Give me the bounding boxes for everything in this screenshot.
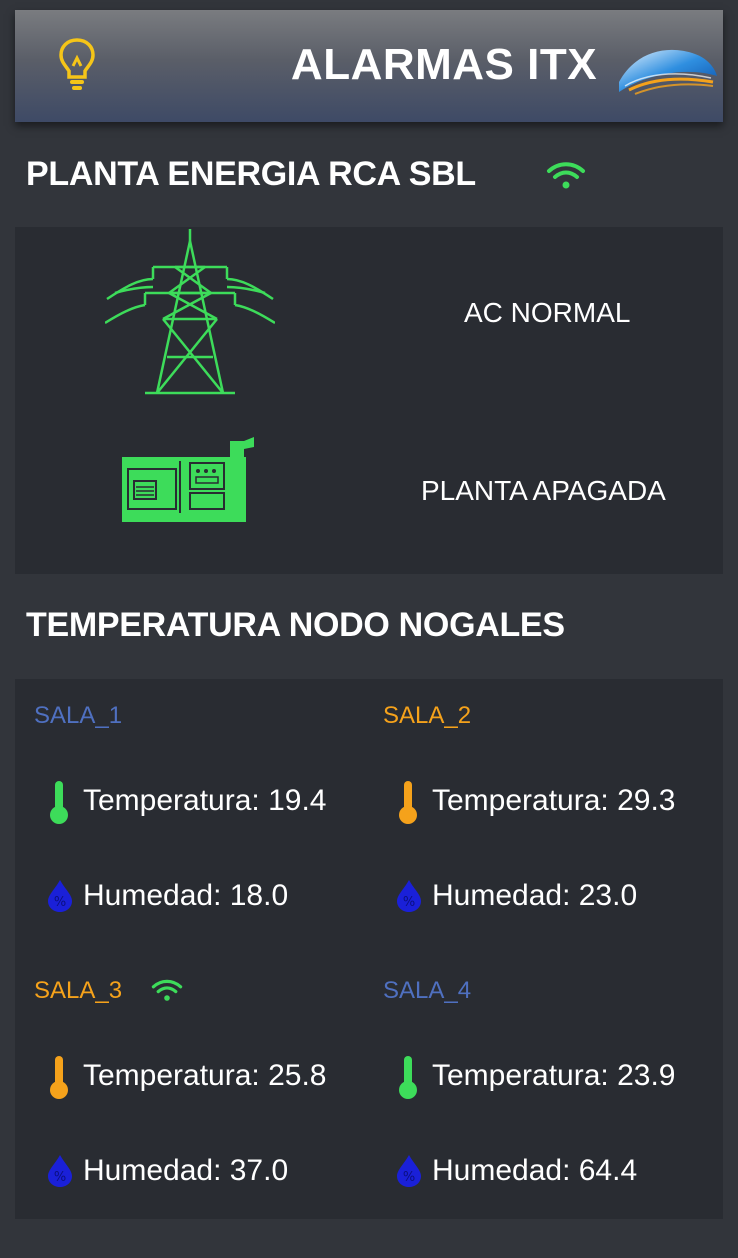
thermometer-icon xyxy=(399,1056,417,1099)
sala-3-humidity: Humedad: 37.0 xyxy=(83,1154,289,1187)
planta-section-title: PLANTA ENERGIA RCA SBL xyxy=(26,155,476,193)
thermometer-icon xyxy=(50,1056,68,1099)
sala-4-temperature: Temperatura: 23.9 xyxy=(432,1059,676,1092)
humidity-drop-icon: % xyxy=(48,880,72,912)
sala-2-humidity: Humedad: 23.0 xyxy=(432,879,638,912)
humidity-drop-icon: % xyxy=(397,1155,421,1187)
ac-status: AC NORMAL xyxy=(464,297,631,328)
thermometer-icon xyxy=(399,781,417,824)
planta-card: AC NORMAL PLANTA APAGADA xyxy=(15,227,723,574)
sala-2-name: SALA_2 xyxy=(383,702,472,729)
sala-1-temperature: Temperatura: 19.4 xyxy=(83,784,327,817)
sala-1-humidity: Humedad: 18.0 xyxy=(83,879,289,912)
sala-4-humidity: Humedad: 64.4 xyxy=(432,1154,638,1187)
thermometer-icon xyxy=(50,781,68,824)
temperatura-card: SALA_1 Temperatura: 19.4 % Humedad: 18.0… xyxy=(15,679,723,1219)
wifi-icon xyxy=(547,162,585,189)
company-logo xyxy=(619,49,717,95)
temperatura-section-title: TEMPERATURA NODO NOGALES xyxy=(26,606,565,644)
sala-3-name: SALA_3 xyxy=(34,977,123,1004)
generator-status: PLANTA APAGADA xyxy=(421,475,666,506)
svg-text:%: % xyxy=(54,895,66,910)
sala-3-temperature: Temperatura: 25.8 xyxy=(83,1059,327,1092)
humidity-drop-icon: % xyxy=(48,1155,72,1187)
svg-text:%: % xyxy=(403,895,415,910)
svg-text:%: % xyxy=(403,1170,415,1185)
app-header: ALARMAS ITX xyxy=(15,10,723,122)
sala-1-name: SALA_1 xyxy=(34,702,123,729)
wifi-icon xyxy=(151,979,183,1001)
svg-text:%: % xyxy=(54,1170,66,1185)
generator-icon xyxy=(122,437,254,522)
power-tower-icon xyxy=(105,229,275,395)
sala-4-name: SALA_4 xyxy=(383,977,472,1004)
sala-2-temperature: Temperatura: 29.3 xyxy=(432,784,676,817)
humidity-drop-icon: % xyxy=(397,880,421,912)
